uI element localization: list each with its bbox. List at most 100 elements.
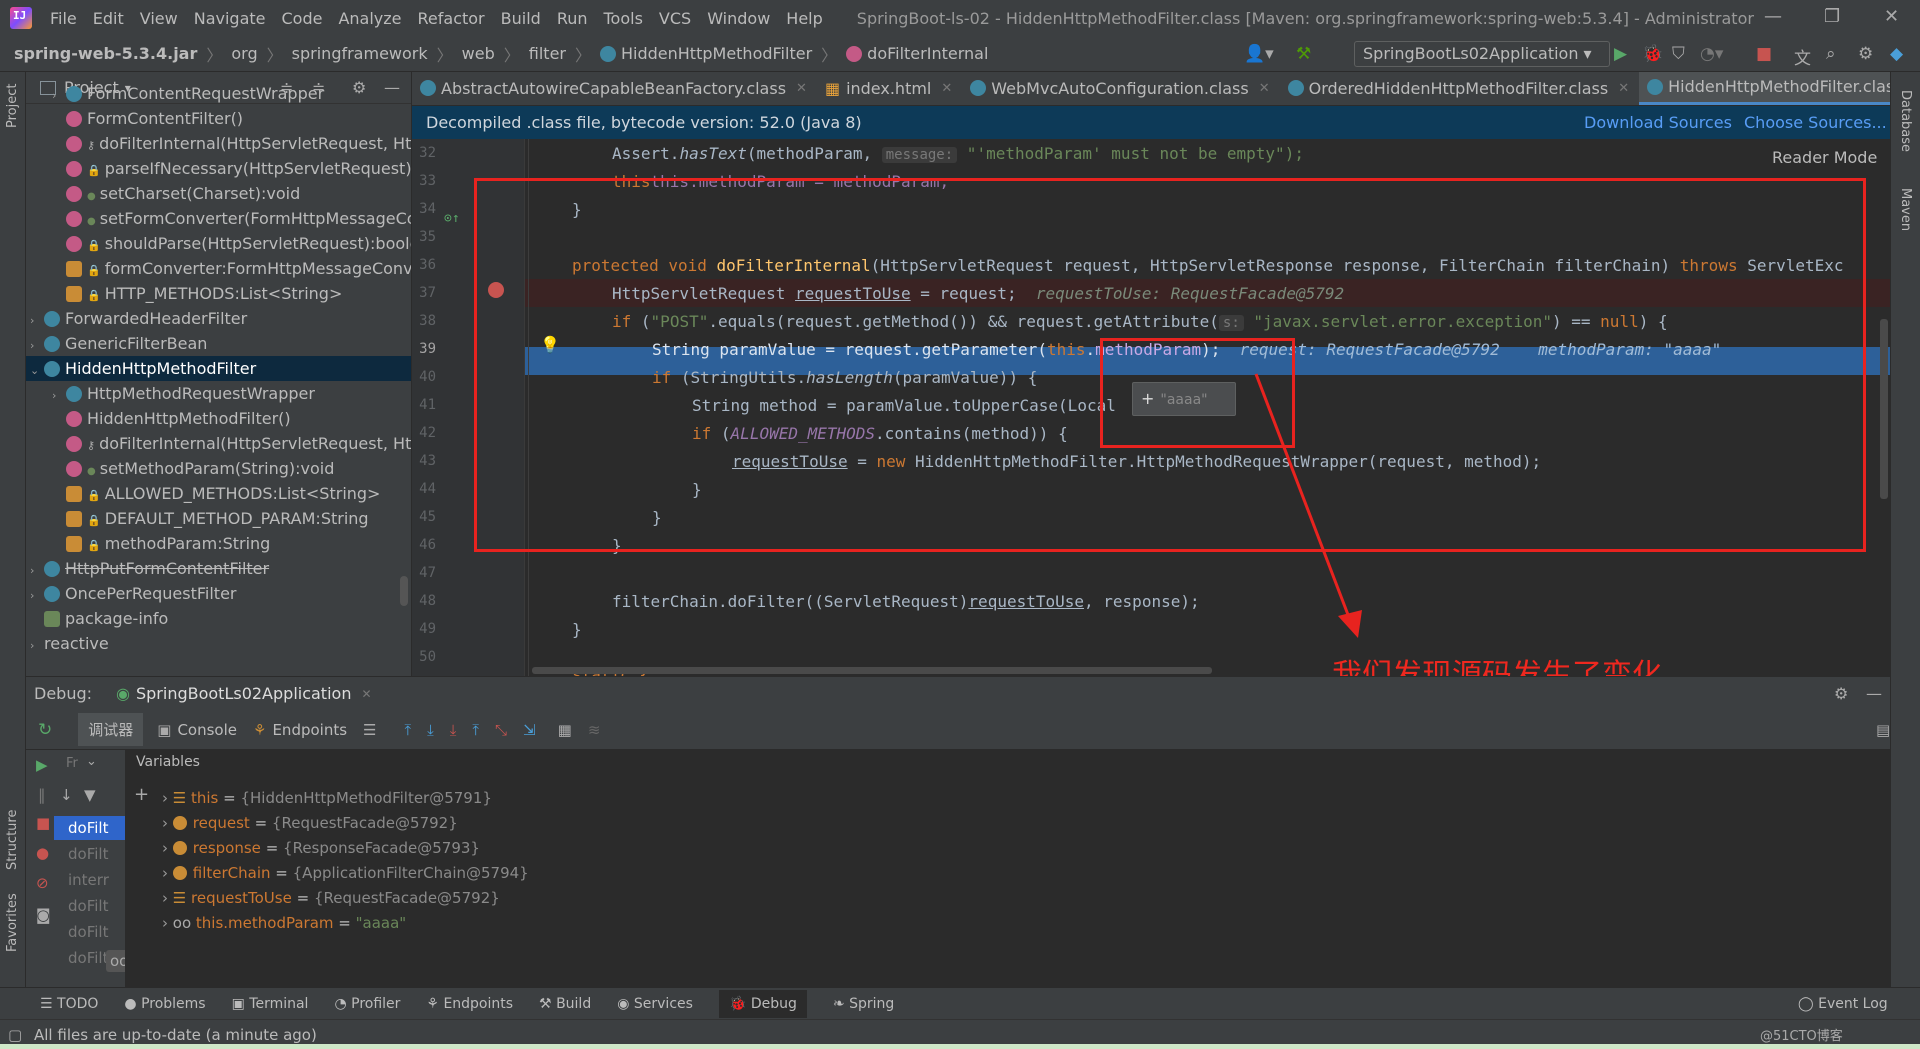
favorites-tool-label[interactable]: Favorites <box>5 893 20 952</box>
mute-breakpoints-icon[interactable]: ⊘ <box>36 874 49 892</box>
variable-row[interactable]: › response = {ResponseFacade@5793} <box>162 836 480 860</box>
line-number[interactable]: 44 <box>412 481 436 497</box>
event-log-button[interactable]: ◯ Event Log <box>1798 996 1888 1012</box>
expand-chevron-icon[interactable]: › <box>162 914 173 932</box>
download-sources-link[interactable]: Download Sources <box>1584 113 1732 132</box>
close-tab-icon[interactable]: ✕ <box>1618 81 1629 96</box>
tool-build[interactable]: ⚒ Build <box>539 996 591 1012</box>
status-square-icon[interactable]: ▢ <box>8 1026 22 1044</box>
tree-item[interactable]: HiddenHttpMethodFilter() <box>26 406 291 431</box>
expand-chevron-icon[interactable]: › <box>30 633 44 658</box>
close-window-icon[interactable]: ✕ <box>1884 6 1899 27</box>
menu-analyze[interactable]: Analyze <box>330 9 409 28</box>
menu-build[interactable]: Build <box>493 9 549 28</box>
rerun-icon[interactable]: ↻ <box>38 720 52 740</box>
tree-item[interactable]: 🔒 shouldParse(HttpServletRequest):boole <box>26 231 411 256</box>
structure-tool-label[interactable]: Structure <box>5 810 20 870</box>
override-marker-icon[interactable]: ⊙↑ <box>444 211 460 226</box>
breadcrumb-org[interactable]: org <box>231 44 257 63</box>
expand-chevron-icon[interactable]: › <box>30 308 44 333</box>
line-number[interactable]: 38 <box>412 313 436 329</box>
tree-item[interactable]: 🔒 parseIfNecessary(HttpServletRequest):N <box>26 156 411 181</box>
expand-chevron-icon[interactable]: › <box>30 583 44 608</box>
breadcrumb-jar[interactable]: spring-web-5.3.4.jar <box>14 44 197 63</box>
maven-tool-label[interactable]: Maven <box>1898 188 1913 231</box>
expand-chevron-icon[interactable]: › <box>52 383 66 408</box>
line-number[interactable]: 39 <box>412 341 436 357</box>
tree-item[interactable]: ⚷ doFilterInternal(HttpServletRequest, Ht <box>26 431 411 456</box>
watches-toggle-icon[interactable]: oo <box>106 950 125 972</box>
expand-chevron-icon[interactable]: ⌄ <box>30 358 44 383</box>
menu-help[interactable]: Help <box>778 9 830 28</box>
show-execution-point-icon[interactable]: ⤒ <box>404 721 411 739</box>
reader-mode-toggle[interactable]: Reader Mode <box>1772 148 1877 167</box>
variable-row[interactable]: › oo this.methodParam = "aaaa" <box>162 911 406 935</box>
close-tab-icon[interactable]: ✕ <box>941 81 952 96</box>
maximize-icon[interactable]: ❐ <box>1824 6 1840 27</box>
coverage-icon[interactable]: ⛉ <box>1672 44 1685 64</box>
filter-icon[interactable]: ▼ <box>84 786 96 804</box>
debug-settings-icon[interactable]: ⚙ <box>1834 684 1848 703</box>
menu-window[interactable]: Window <box>699 9 778 28</box>
tree-item[interactable]: ⌄ HiddenHttpMethodFilter <box>26 356 411 383</box>
run-to-cursor-icon[interactable]: ⇲ <box>523 721 536 739</box>
close-session-icon[interactable]: ✕ <box>361 687 371 701</box>
variable-row[interactable]: › ☰ requestToUse = {RequestFacade@5792} <box>162 886 500 910</box>
tree-item[interactable]: › ForwardedHeaderFilter <box>26 306 247 331</box>
pause-icon[interactable]: ‖ <box>38 786 46 804</box>
trace-icon[interactable]: ≋ <box>588 721 601 739</box>
tab-hidden-filter[interactable]: HiddenHttpMethodFilter.class✕ <box>1639 72 1890 105</box>
line-number[interactable]: 33 <box>412 173 436 189</box>
tree-item[interactable]: ● setMethodParam(String):void <box>26 456 334 481</box>
step-out-icon[interactable]: ⤒ <box>472 721 479 739</box>
line-number[interactable]: 35 <box>412 229 436 245</box>
expand-chevron-icon[interactable]: › <box>162 839 173 857</box>
tool-spring[interactable]: ❧ Spring <box>833 996 894 1012</box>
tree-item[interactable]: 🔒 ALLOWED_METHODS:List<String> <box>26 481 380 506</box>
editor-horizontal-scrollbar[interactable] <box>532 667 1212 674</box>
line-number[interactable]: 43 <box>412 453 436 469</box>
line-number[interactable]: 41 <box>412 397 436 413</box>
tree-item[interactable]: 🔒 HTTP_METHODS:List<String> <box>26 281 342 306</box>
tool-todo[interactable]: ☰ TODO <box>40 996 98 1012</box>
tree-item[interactable]: › HttpPutFormContentFilter <box>26 556 269 581</box>
expand-chevron-icon[interactable]: › <box>162 864 173 882</box>
tree-item[interactable]: › GenericFilterBean <box>26 331 207 356</box>
line-number[interactable]: 49 <box>412 621 436 637</box>
tool-terminal[interactable]: ▣ Terminal <box>232 996 309 1012</box>
line-number[interactable]: 37 <box>412 285 436 301</box>
line-number[interactable]: 40 <box>412 369 436 385</box>
expand-chevron-icon[interactable]: › <box>162 789 173 807</box>
menu-file[interactable]: File <box>42 9 85 28</box>
line-number[interactable]: 32 <box>412 145 436 161</box>
expand-chevron-icon[interactable]: › <box>30 333 44 358</box>
add-watch-icon[interactable]: + <box>134 784 149 805</box>
expand-chevron-icon[interactable]: › <box>162 814 173 832</box>
tree-item[interactable]: package-info <box>26 606 168 631</box>
tree-item[interactable]: 🔒 formConverter:FormHttpMessageConve <box>26 256 411 281</box>
translate-icon[interactable]: 文 <box>1794 44 1811 69</box>
expand-chevron-icon[interactable]: › <box>52 83 66 108</box>
breadcrumb-method[interactable]: doFilterInternal <box>867 44 988 63</box>
expand-chevron-icon[interactable]: › <box>30 558 44 583</box>
tree-item[interactable]: 🔒 methodParam:String <box>26 531 270 556</box>
expand-plus-icon[interactable]: + <box>1141 389 1154 408</box>
variable-row[interactable]: › ☰ this = {HiddenHttpMethodFilter@5791} <box>162 786 492 810</box>
menu-refactor[interactable]: Refactor <box>410 9 493 28</box>
breadcrumb-web[interactable]: web <box>462 44 495 63</box>
breadcrumb-class[interactable]: HiddenHttpMethodFilter <box>621 44 812 63</box>
tree-item[interactable]: › FormContentRequestWrapper <box>26 81 324 106</box>
stack-frame[interactable]: doFilt <box>54 816 125 840</box>
settings-gear-icon[interactable]: ⚙ <box>1858 44 1873 64</box>
step-over-icon[interactable]: ⤓ <box>427 721 434 739</box>
view-breakpoints-icon[interactable]: ● <box>36 844 49 862</box>
tool-services[interactable]: ◉ Services <box>617 996 693 1012</box>
close-tab-icon[interactable]: ✕ <box>1259 81 1270 96</box>
step-into-icon[interactable]: ⤓ <box>450 721 457 739</box>
build-hammer-icon[interactable]: ⚒ <box>1296 44 1311 64</box>
drop-frame-icon[interactable]: ⤡ <box>495 721 507 739</box>
menu-edit[interactable]: Edit <box>85 9 132 28</box>
frames-dropdown-icon[interactable]: ⌄ <box>86 754 97 769</box>
resume-icon[interactable]: ▶ <box>36 756 48 774</box>
stack-frame[interactable]: doFilt <box>54 920 125 944</box>
